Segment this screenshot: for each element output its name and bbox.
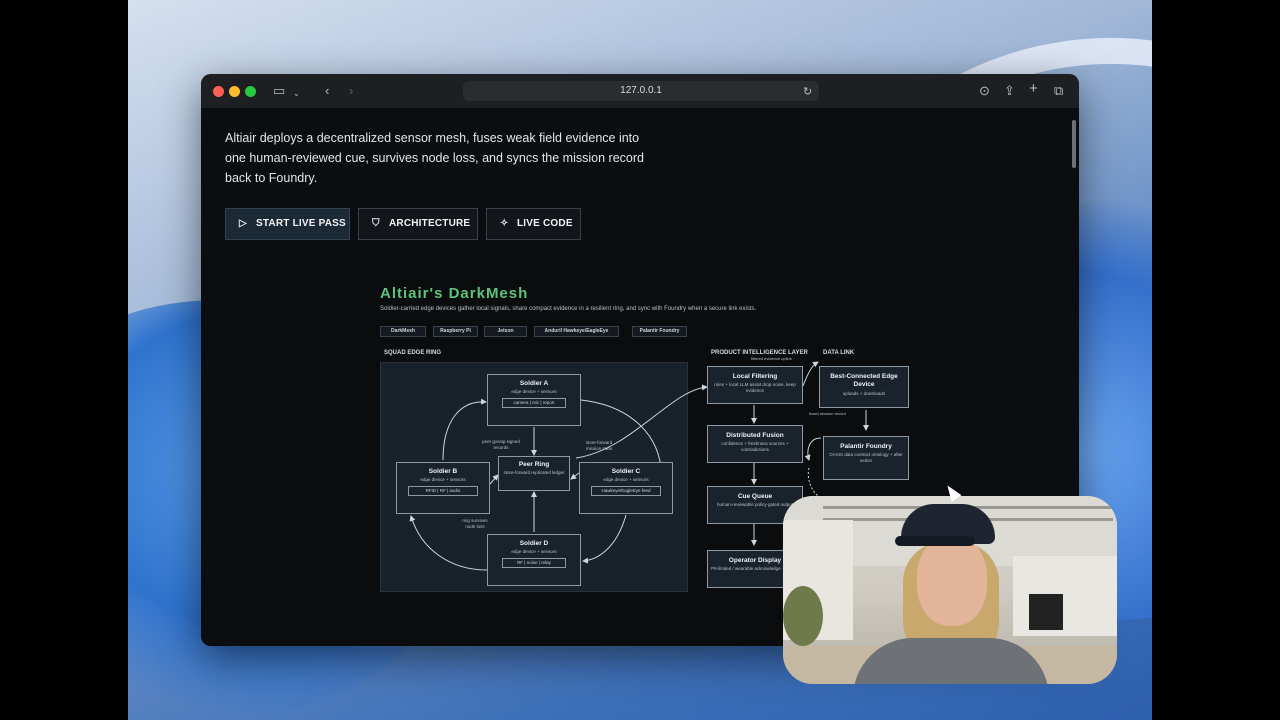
soldier-d-node: Soldier D edge device + sensors RF | noi… (487, 534, 581, 586)
soldier-b-node: Soldier B edge device + sensors RFID | R… (396, 462, 490, 514)
node-subtitle: edge device + sensors (603, 477, 649, 482)
node-subtitle: confidence + freshness sources + contrad… (721, 441, 789, 452)
node-subtitle: store-forward replicated ledger (503, 470, 565, 475)
node-subtitle: uploads + downloads (842, 391, 886, 396)
distributed-fusion-node: Distributed Fusion confidence + freshnes… (707, 425, 803, 463)
best-connected-device-node: Best-Connected Edge Device uploads + dow… (819, 366, 909, 408)
button-label: LIVE CODE (517, 218, 573, 229)
node-title: Soldier D (519, 540, 549, 547)
minimize-window-button[interactable] (229, 86, 240, 97)
shield-icon: ⛉ (372, 218, 380, 229)
download-icon[interactable]: ⊙ (979, 83, 990, 99)
scrollbar[interactable] (1072, 120, 1076, 168)
palantir-foundry-node: Palantir Foundry OASIS data contract ont… (823, 436, 909, 480)
new-tab-icon[interactable]: + (1029, 81, 1038, 97)
node-subtitle: edge device + sensors (420, 477, 466, 482)
soldier-a-node: Soldier A edge device + sensors camera |… (487, 374, 581, 426)
sensor-pill: RFID | RF | audio (408, 486, 478, 496)
ring-note: peer gossip signed records (482, 439, 520, 450)
presenter (853, 638, 1049, 684)
webcam-overlay[interactable] (783, 496, 1117, 684)
peer-ring-node: Peer Ring store-forward replicated ledge… (498, 456, 570, 491)
forward-icon[interactable]: › (349, 83, 353, 99)
node-subtitle: edge device + sensors (511, 389, 557, 394)
start-live-pass-button[interactable]: ▷ START LIVE PASS (225, 208, 350, 240)
node-subtitle: OASIS data contract ontology + after act… (829, 452, 903, 463)
presenter (895, 536, 975, 546)
address-bar[interactable]: 127.0.0.1 (463, 81, 819, 101)
chevron-down-icon[interactable]: ⌄ (293, 86, 300, 102)
ring-note: ring survives node loss (462, 518, 488, 529)
share-icon[interactable]: ⇪ (1004, 83, 1015, 99)
zoom-window-button[interactable] (245, 86, 256, 97)
soldier-c-node: Soldier C edge device + sensors Hawkeye/… (579, 462, 673, 514)
link-note: fused mission record (809, 411, 846, 416)
node-subtitle: rules + local LLM assist drop noise, kee… (714, 382, 796, 393)
node-title: Soldier B (428, 468, 458, 475)
live-code-button[interactable]: ✧ LIVE CODE (486, 208, 581, 240)
sidebar-icon[interactable]: ▭ (273, 83, 285, 99)
tab-overview-icon[interactable]: ⧉ (1054, 83, 1063, 99)
node-title: Soldier A (519, 380, 549, 387)
back-icon[interactable]: ‹ (325, 83, 329, 99)
button-label: ARCHITECTURE (389, 218, 471, 229)
sensor-pill: camera | mic | report (502, 398, 566, 408)
reload-icon[interactable]: ↻ (803, 84, 812, 100)
node-title: Palantir Foundry (840, 443, 892, 450)
presenter (917, 536, 987, 626)
node-title: Distributed Fusion (726, 432, 784, 439)
sensor-pill: Hawkeye/EagleEye feed (591, 486, 661, 496)
webcam-background (783, 586, 823, 646)
ring-note: store-forward mission state (585, 440, 613, 451)
node-title: Local Filtering (732, 373, 778, 380)
intro-text: Altiair deploys a decentralized sensor m… (225, 131, 644, 185)
node-title: Peer Ring (518, 461, 550, 468)
node-title: Soldier C (611, 468, 641, 475)
architecture-button[interactable]: ⛉ ARCHITECTURE (358, 208, 478, 240)
button-label: START LIVE PASS (256, 218, 346, 229)
sensor-pill: RF | noise | relay (502, 558, 566, 568)
node-title: Best-Connected Edge Device (830, 373, 898, 388)
node-subtitle: edge device + sensors (511, 549, 557, 554)
webcam-background (1029, 594, 1063, 630)
link-note: filtered evidence uplink (751, 356, 792, 361)
crosshair-icon: ✧ (500, 218, 509, 229)
screen-frame: ▭ ⌄ ‹ › ▤ 127.0.0.1 ↻ ⊙ ⇪ + ⧉ Altiair de… (0, 0, 1280, 720)
local-filtering-node: Local Filtering rules + local LLM assist… (707, 366, 803, 404)
close-window-button[interactable] (213, 86, 224, 97)
play-icon: ▷ (239, 218, 247, 229)
browser-toolbar: ▭ ⌄ ‹ › ▤ 127.0.0.1 ↻ ⊙ ⇪ + ⧉ (201, 74, 1079, 108)
